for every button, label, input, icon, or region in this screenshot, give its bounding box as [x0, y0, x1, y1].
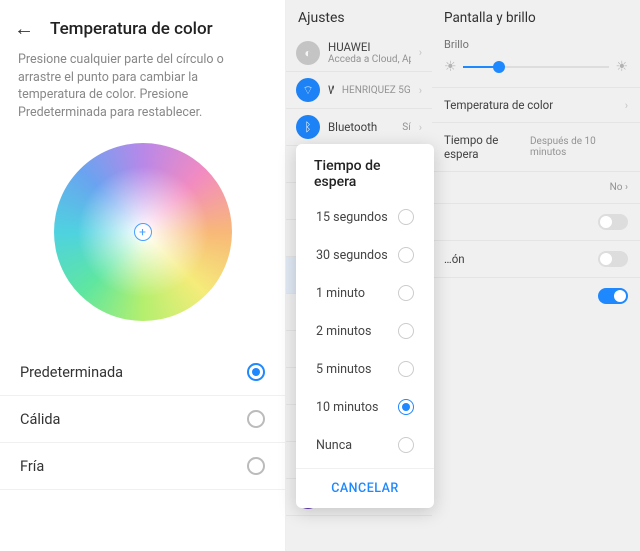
settings-value: HENRIQUEZ 5G	[342, 85, 411, 96]
page-title: Temperatura de color	[50, 19, 213, 39]
radio-icon	[247, 363, 265, 381]
temp-option[interactable]: Predeterminada	[0, 349, 285, 396]
bluetooth-icon: ᛒ	[296, 115, 320, 139]
option-label: 2 minutos	[316, 324, 371, 339]
dialog-cancel-button[interactable]: CANCELAR	[296, 468, 434, 504]
row-label: Temperatura de color	[444, 98, 553, 112]
radio-icon	[398, 209, 414, 225]
chevron-right-icon: ›	[419, 121, 422, 134]
temp-option[interactable]: Fría	[0, 443, 285, 490]
radio-icon	[398, 399, 414, 415]
row-timeout[interactable]: Tiempo de espera Después de 10 minutos	[432, 122, 640, 171]
option-label: Nunca	[316, 438, 352, 453]
chevron-right-icon: ›	[625, 99, 628, 112]
color-wheel-wrap	[0, 133, 285, 349]
settings-label: Wi-Fi	[328, 83, 334, 97]
color-wheel[interactable]	[54, 143, 232, 321]
temp-option[interactable]: Cálida	[0, 396, 285, 443]
radio-icon	[398, 361, 414, 377]
timeout-option[interactable]: 1 minuto	[296, 274, 434, 312]
settings-label: HUAWEIAcceda a Cloud, AppGallery, etc.	[328, 40, 411, 65]
settings-label: Bluetooth	[328, 120, 394, 134]
sun-high-icon: ☀	[615, 59, 628, 75]
toggle[interactable]	[598, 214, 628, 230]
row-label: …ón	[444, 252, 465, 266]
option-label: 30 segundos	[316, 248, 388, 263]
screen-display-brightness: Pantalla y brillo Brillo ☀ ☀ Temperatura…	[432, 0, 640, 551]
chevron-right-icon: ›	[419, 46, 422, 59]
toggle[interactable]	[598, 288, 628, 304]
toggle[interactable]	[598, 251, 628, 267]
brightness-slider-row: ☀ ☀	[432, 57, 640, 87]
timeout-option[interactable]: 5 minutos	[296, 350, 434, 388]
radio-icon	[398, 285, 414, 301]
row-value: No ›	[610, 182, 628, 193]
row-obscured-2[interactable]	[432, 203, 640, 240]
option-label: 5 minutos	[316, 362, 371, 377]
huawei-icon: ◐	[296, 41, 320, 65]
radio-icon	[247, 410, 265, 428]
display-title: Pantalla y brillo	[432, 0, 640, 32]
radio-icon	[247, 457, 265, 475]
radio-icon	[398, 247, 414, 263]
brightness-label: Brillo	[432, 32, 640, 57]
instructions: Presione cualquier parte del círculo o a…	[0, 51, 285, 133]
wifi-icon: ⌔	[296, 78, 320, 102]
dialog-title: Tiempo de espera	[296, 158, 434, 198]
timeout-dialog: Tiempo de espera 15 segundos 30 segundos 1…	[296, 144, 434, 508]
option-label: 10 minutos	[316, 400, 379, 415]
timeout-option[interactable]: 10 minutos	[296, 388, 434, 426]
row-obscured-3[interactable]: …ón	[432, 240, 640, 277]
brightness-slider[interactable]	[463, 66, 610, 68]
option-label: 15 segundos	[316, 210, 388, 225]
settings-item[interactable]: ⌔ Wi-Fi HENRIQUEZ 5G ›	[286, 72, 432, 109]
settings-item[interactable]: ᛒ Bluetooth Sí ›	[286, 109, 432, 146]
option-label: Cálida	[20, 411, 60, 428]
settings-item[interactable]: ◐ HUAWEIAcceda a Cloud, AppGallery, etc. ›	[286, 34, 432, 72]
option-label: 1 minuto	[316, 286, 365, 301]
option-label: Fría	[20, 458, 44, 475]
option-label: Predeterminada	[20, 364, 123, 381]
chevron-right-icon: ›	[419, 84, 422, 97]
row-obscured-1[interactable]: No ›	[432, 171, 640, 203]
sun-low-icon: ☀	[444, 59, 457, 75]
header: ← Temperatura de color	[0, 0, 285, 51]
row-value: Después de 10 minutos	[530, 136, 628, 158]
settings-title: Ajustes	[286, 0, 432, 34]
screen-color-temperature: ← Temperatura de color Presione cualquie…	[0, 0, 286, 551]
timeout-option[interactable]: Nunca	[296, 426, 434, 464]
timeout-option[interactable]: 15 segundos	[296, 198, 434, 236]
row-obscured-4[interactable]	[432, 277, 640, 314]
radio-icon	[398, 437, 414, 453]
row-color-temp[interactable]: Temperatura de color ›	[432, 87, 640, 122]
back-icon[interactable]: ←	[14, 16, 34, 41]
timeout-option[interactable]: 30 segundos	[296, 236, 434, 274]
settings-value: Sí	[402, 122, 410, 133]
row-label: Tiempo de espera	[444, 133, 530, 161]
color-wheel-handle[interactable]	[134, 223, 152, 241]
timeout-option[interactable]: 2 minutos	[296, 312, 434, 350]
screen-settings: Ajustes ◐ HUAWEIAcceda a Cloud, AppGaller…	[286, 0, 432, 551]
radio-icon	[398, 323, 414, 339]
